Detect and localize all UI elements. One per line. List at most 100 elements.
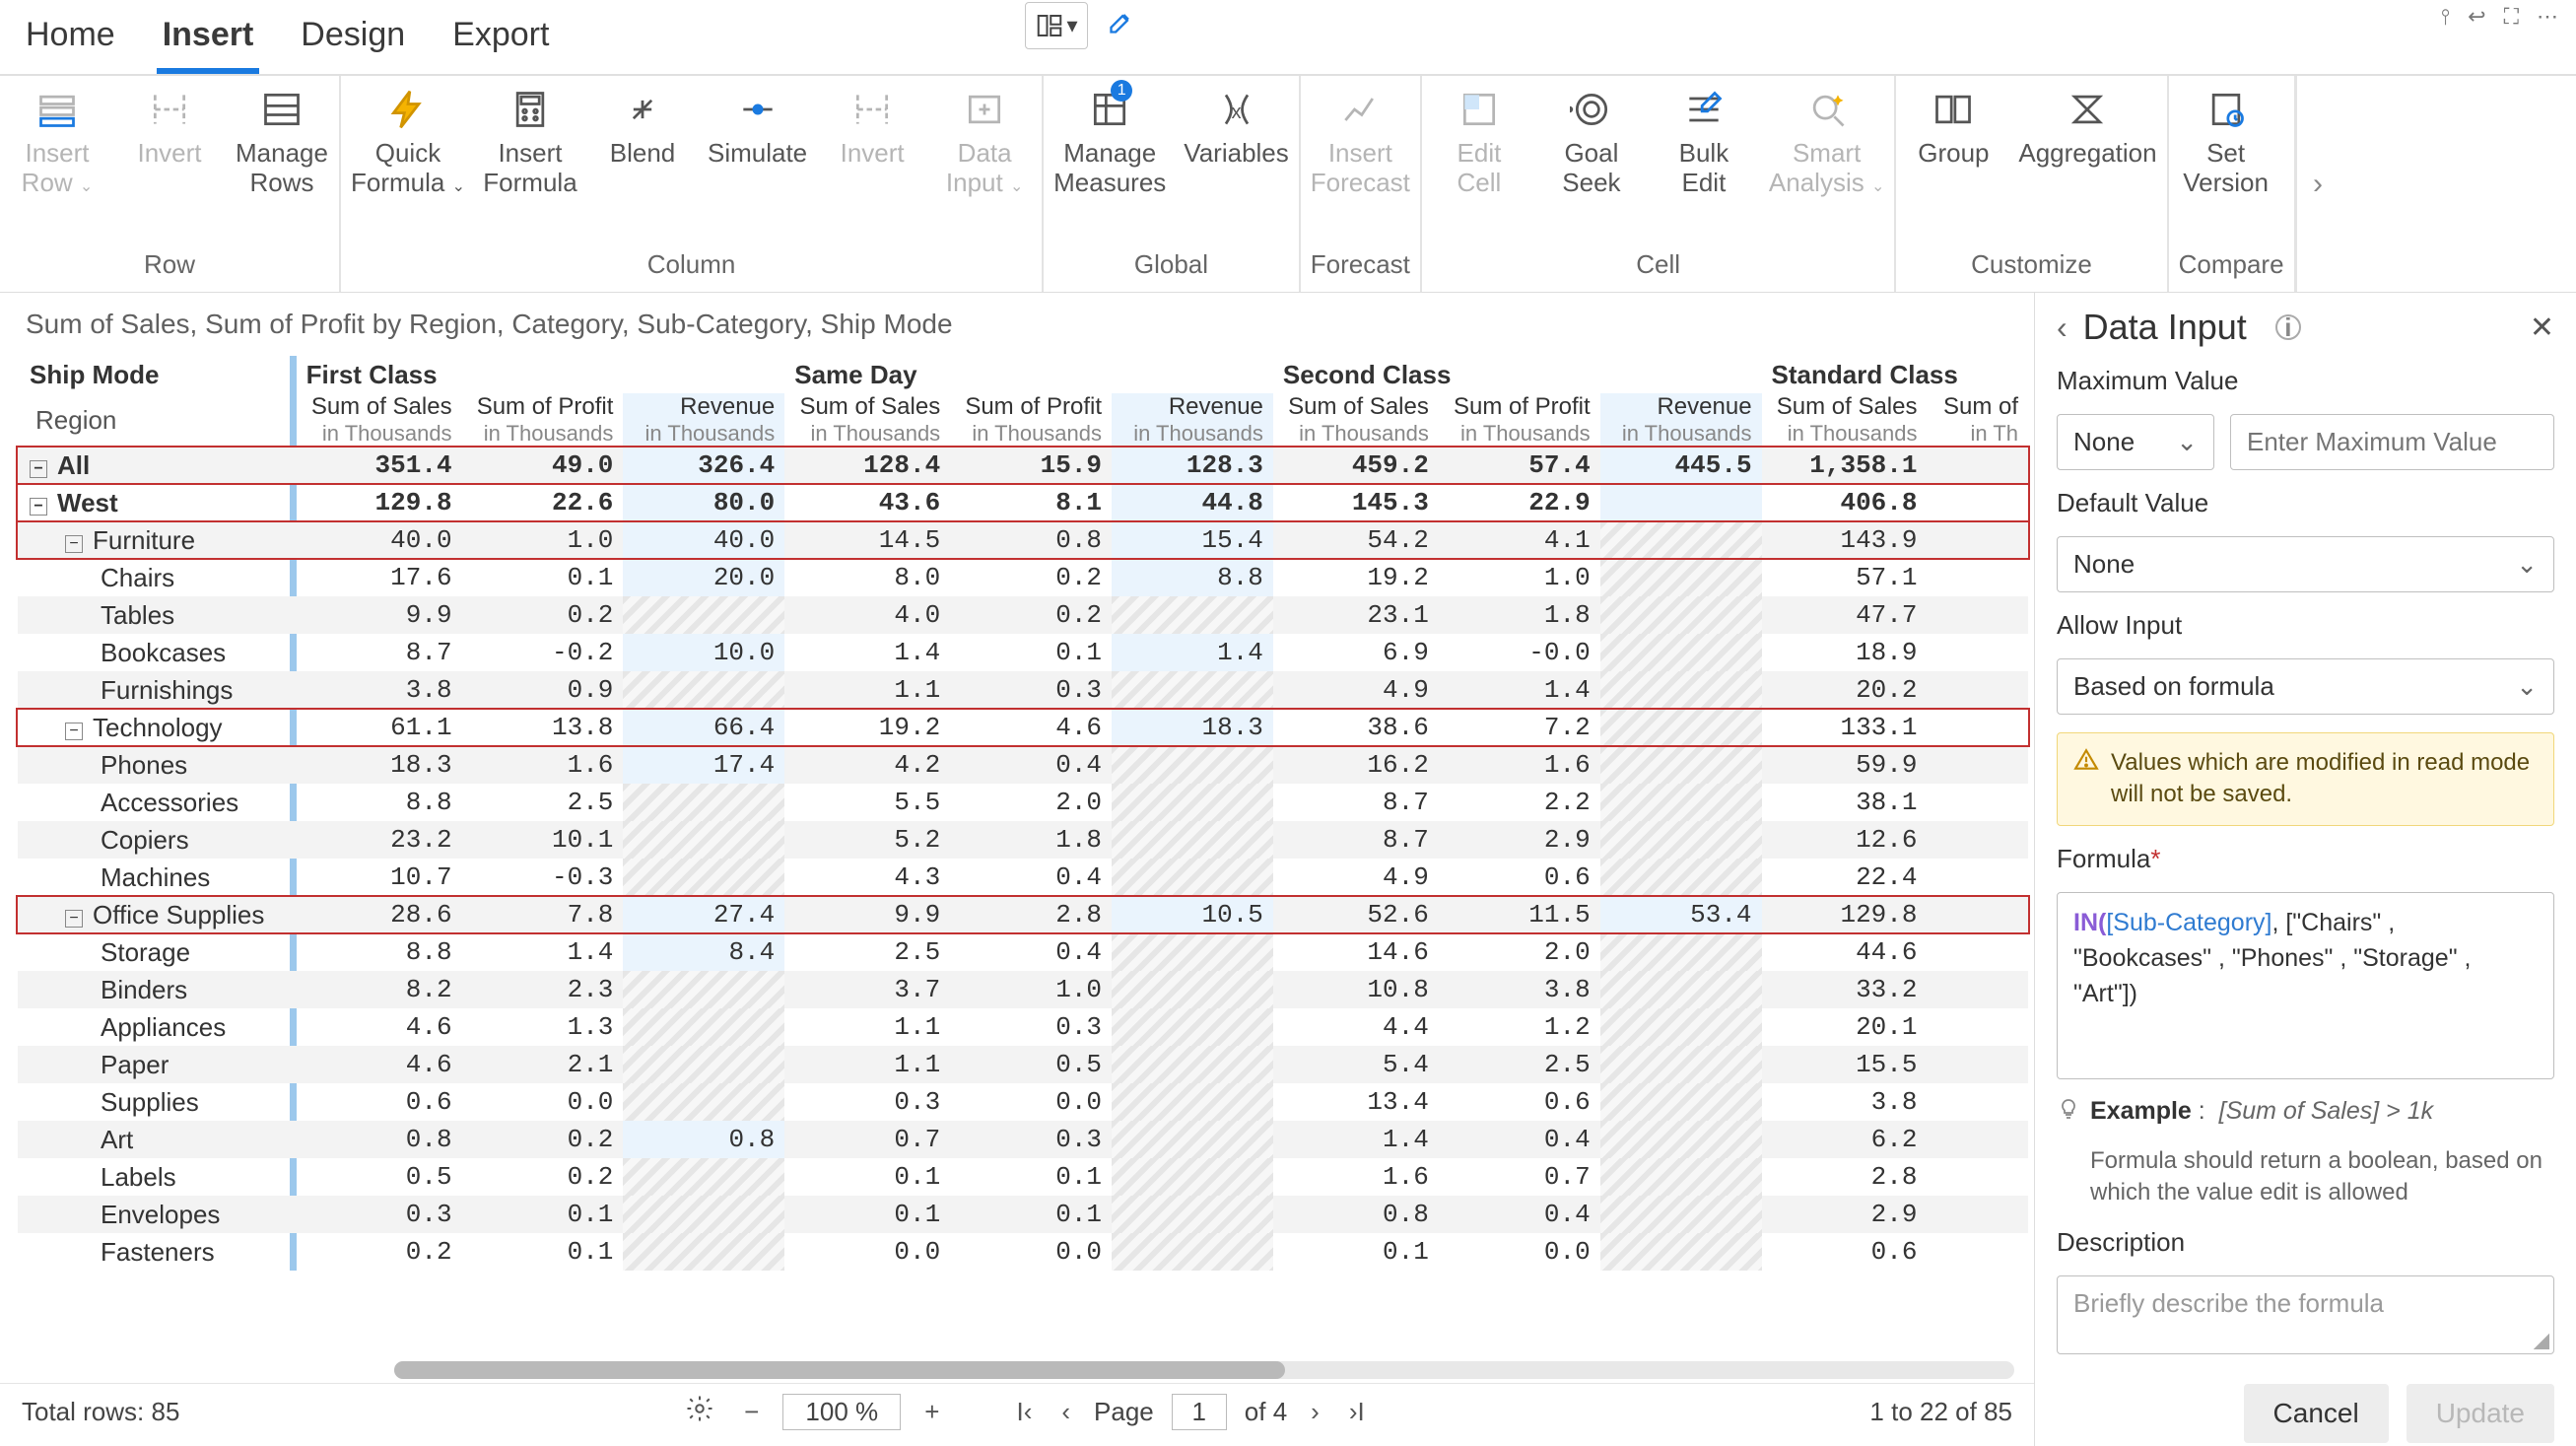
cell[interactable]: 8.2: [297, 971, 462, 1008]
cell[interactable]: 1.6: [462, 746, 624, 784]
row-label[interactable]: Art: [18, 1121, 290, 1158]
cell[interactable]: 4.1: [1439, 521, 1600, 559]
cell[interactable]: [1927, 521, 2028, 559]
ribbon-goal-seek-button[interactable]: GoalSeek: [1544, 86, 1639, 198]
table-row[interactable]: Bookcases8.7-0.210.01.40.11.46.9-0.018.9: [18, 634, 2028, 671]
cell[interactable]: 2.9: [1439, 821, 1600, 859]
cell[interactable]: 40.0: [297, 521, 462, 559]
expand-toggle[interactable]: −: [30, 498, 47, 516]
cell[interactable]: 3.8: [1762, 1083, 1928, 1121]
cell[interactable]: 80.0: [623, 484, 784, 521]
cell[interactable]: 2.0: [950, 784, 1112, 821]
cell[interactable]: [1600, 1158, 1762, 1196]
cell[interactable]: [1600, 709, 1762, 746]
cell[interactable]: 17.4: [623, 746, 784, 784]
cell[interactable]: 1,358.1: [1762, 447, 1928, 484]
cell[interactable]: 5.5: [784, 784, 950, 821]
panel-close-button[interactable]: ✕: [2530, 310, 2554, 345]
cell[interactable]: 0.0: [950, 1083, 1112, 1121]
cell[interactable]: 4.3: [784, 859, 950, 896]
zoom-in-button[interactable]: +: [918, 1395, 945, 1429]
cell[interactable]: 1.4: [1439, 671, 1600, 709]
cell[interactable]: 52.6: [1273, 896, 1439, 933]
cell[interactable]: 10.8: [1273, 971, 1439, 1008]
pin-icon[interactable]: ⫯: [2441, 4, 2451, 30]
cell[interactable]: -0.2: [462, 634, 624, 671]
cell[interactable]: 22.9: [1439, 484, 1600, 521]
cell[interactable]: 4.9: [1273, 859, 1439, 896]
cell[interactable]: 8.7: [1273, 784, 1439, 821]
table-row[interactable]: Fasteners0.20.10.00.00.10.00.6: [18, 1233, 2028, 1271]
cell[interactable]: 13.4: [1273, 1083, 1439, 1121]
cell[interactable]: 22.4: [1762, 859, 1928, 896]
ribbon-bulk-edit-button[interactable]: BulkEdit: [1657, 86, 1751, 198]
cell[interactable]: [623, 1083, 784, 1121]
row-label[interactable]: Chairs: [18, 559, 290, 596]
cell[interactable]: 2.2: [1439, 784, 1600, 821]
col-header[interactable]: Sum ofin Th: [1927, 393, 2028, 447]
cell[interactable]: 128.3: [1112, 447, 1273, 484]
cell[interactable]: 18.3: [297, 746, 462, 784]
row-label[interactable]: −All: [18, 447, 290, 484]
row-label[interactable]: Copiers: [18, 821, 290, 859]
cell[interactable]: [1927, 859, 2028, 896]
cell[interactable]: 19.2: [1273, 559, 1439, 596]
cell[interactable]: [1112, 933, 1273, 971]
table-row[interactable]: −Office Supplies28.67.827.49.92.810.552.…: [18, 896, 2028, 933]
col-header[interactable]: Revenuein Thousands: [623, 393, 784, 447]
cell[interactable]: [1112, 1046, 1273, 1083]
col-header[interactable]: Sum of Salesin Thousands: [1762, 393, 1928, 447]
cell[interactable]: [1112, 1083, 1273, 1121]
cell[interactable]: [1112, 1121, 1273, 1158]
next-page-button[interactable]: ›: [1305, 1395, 1325, 1429]
table-row[interactable]: −Furniture40.01.040.014.50.815.454.24.11…: [18, 521, 2028, 559]
cell[interactable]: 351.4: [297, 447, 462, 484]
tab-home[interactable]: Home: [20, 8, 121, 74]
cell[interactable]: 20.0: [623, 559, 784, 596]
info-icon[interactable]: i: [2275, 314, 2301, 340]
cell[interactable]: 0.0: [462, 1083, 624, 1121]
table-row[interactable]: Envelopes0.30.10.10.10.80.42.9: [18, 1196, 2028, 1233]
cell[interactable]: 10.0: [623, 634, 784, 671]
cell[interactable]: 1.8: [950, 821, 1112, 859]
cell[interactable]: 23.2: [297, 821, 462, 859]
cell[interactable]: 0.2: [950, 596, 1112, 634]
col-header[interactable]: Revenuein Thousands: [1600, 393, 1762, 447]
row-label[interactable]: Storage: [18, 933, 290, 971]
cell[interactable]: 0.0: [784, 1233, 950, 1271]
cell[interactable]: 7.8: [462, 896, 624, 933]
cell[interactable]: 1.4: [784, 634, 950, 671]
cell[interactable]: 0.4: [1439, 1196, 1600, 1233]
cell[interactable]: 8.8: [297, 784, 462, 821]
cell[interactable]: [1600, 821, 1762, 859]
expand-toggle[interactable]: −: [65, 723, 83, 740]
cell[interactable]: [1600, 521, 1762, 559]
cell[interactable]: 128.4: [784, 447, 950, 484]
description-input[interactable]: Briefly describe the formula: [2057, 1275, 2554, 1354]
row-label[interactable]: Envelopes: [18, 1196, 290, 1233]
settings-gear-icon[interactable]: [679, 1392, 720, 1432]
ribbon-manage-rows-button[interactable]: ManageRows: [235, 86, 329, 198]
cell[interactable]: 8.1: [950, 484, 1112, 521]
cell[interactable]: 18.9: [1762, 634, 1928, 671]
cell[interactable]: 129.8: [297, 484, 462, 521]
cell[interactable]: 0.3: [950, 1008, 1112, 1046]
cell[interactable]: [1112, 596, 1273, 634]
cell[interactable]: [1927, 447, 2028, 484]
cell[interactable]: [1600, 484, 1762, 521]
ribbon-set-version-button[interactable]: SetVersion: [2179, 86, 2273, 198]
cell[interactable]: 0.2: [297, 1233, 462, 1271]
max-value-input[interactable]: [2230, 414, 2554, 470]
row-label[interactable]: −Office Supplies: [18, 896, 290, 933]
table-row[interactable]: −All351.449.0326.4128.415.9128.3459.257.…: [18, 447, 2028, 484]
cell[interactable]: [1927, 1008, 2028, 1046]
cell[interactable]: 15.4: [1112, 521, 1273, 559]
ribbon-simulate-button[interactable]: Simulate: [708, 86, 807, 198]
cell[interactable]: [1927, 933, 2028, 971]
cell[interactable]: 8.8: [1112, 559, 1273, 596]
cell[interactable]: [1600, 971, 1762, 1008]
cell[interactable]: 15.5: [1762, 1046, 1928, 1083]
panel-back-button[interactable]: ‹: [2057, 310, 2068, 346]
cell[interactable]: 10.1: [462, 821, 624, 859]
cell[interactable]: 14.6: [1273, 933, 1439, 971]
